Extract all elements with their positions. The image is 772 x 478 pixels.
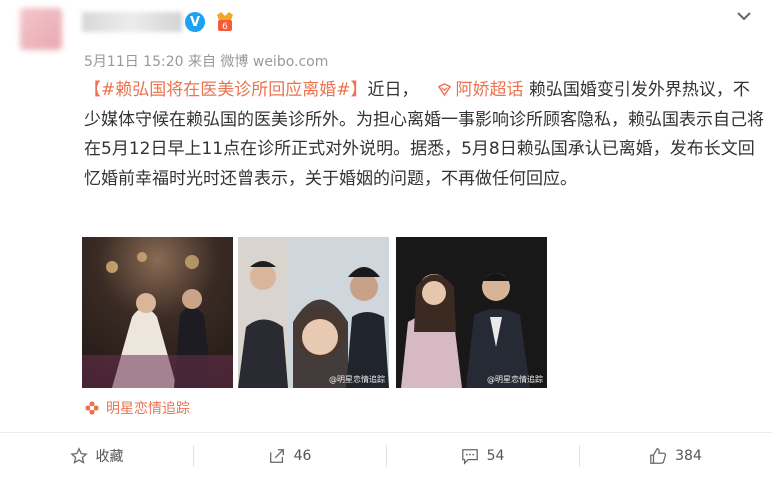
post-image-1[interactable] <box>82 237 233 388</box>
comment-icon <box>461 448 478 465</box>
hashtag-link[interactable]: 【#赖弘国将在医美诊所回应离婚#】 <box>84 80 368 100</box>
flower-icon <box>85 401 99 415</box>
image-watermark: @明星恋情追踪 <box>329 375 385 384</box>
verified-icon: V <box>185 12 205 32</box>
favorite-label: 收藏 <box>95 448 124 465</box>
source-link[interactable]: 明星恋情追踪 <box>84 398 190 418</box>
avatar[interactable] <box>20 8 62 50</box>
like-icon <box>650 447 667 464</box>
repost-icon <box>269 448 284 463</box>
image-watermark: @明星恋情追踪 <box>487 375 543 384</box>
username-blurred[interactable] <box>82 12 182 32</box>
comment-button[interactable]: 54 <box>386 433 579 478</box>
like-button[interactable]: 384 <box>579 433 772 478</box>
post-image-3[interactable]: @明星恋情追踪 <box>396 237 547 388</box>
chevron-down-icon[interactable] <box>734 6 754 26</box>
svg-text:6: 6 <box>222 22 228 32</box>
comment-count: 54 <box>486 447 505 464</box>
topic-label[interactable]: 阿娇超话 <box>456 80 524 100</box>
topic-link[interactable]: 阿娇超话 <box>437 80 524 100</box>
like-count: 384 <box>675 447 702 464</box>
post-body: 【#赖弘国将在医美诊所回应离婚#】近日， 阿娇超话 赖弘国婚变引发外界热议，不少媒… <box>84 76 764 194</box>
medal-icon: 6 <box>217 12 233 32</box>
repost-count: 46 <box>293 447 312 464</box>
post-text-a: 近日， <box>367 80 419 100</box>
post-meta[interactable]: 5月11日 15:20 来自 微博 weibo.com <box>84 51 328 71</box>
repost-button[interactable]: 46 <box>193 433 386 478</box>
source-label[interactable]: 明星恋情追踪 <box>106 401 190 417</box>
topic-icon <box>437 83 451 97</box>
post-image-2[interactable]: @明星恋情追踪 <box>238 237 389 388</box>
favorite-button[interactable]: 收藏 <box>0 433 193 478</box>
star-icon <box>69 446 88 464</box>
action-toolbar: 收藏 46 54 384 <box>0 432 772 478</box>
